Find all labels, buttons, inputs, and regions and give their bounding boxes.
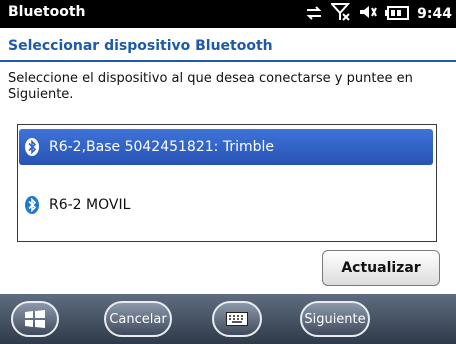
- refresh-button[interactable]: Actualizar: [322, 250, 440, 286]
- cancel-button[interactable]: Cancelar: [104, 301, 172, 337]
- sync-arrows-icon: [305, 5, 323, 24]
- header-divider: [0, 60, 456, 62]
- speaker-icon: [359, 4, 378, 24]
- device-label: R6-2,Base 5042451821: Trimble: [49, 139, 274, 155]
- clock: 9:44: [417, 6, 452, 22]
- no-signal-icon: [329, 3, 351, 25]
- instruction-text: Seleccione el dispositivo al que desea c…: [8, 71, 413, 102]
- status-bar: Bluetooth 9:44: [0, 0, 456, 28]
- battery-icon: [385, 5, 410, 24]
- bluetooth-icon: [25, 196, 39, 214]
- windows-start-button[interactable]: [11, 301, 59, 337]
- page-title: Seleccionar dispositivo Bluetooth: [8, 38, 273, 54]
- device-item-r6-2-movil[interactable]: R6-2 MOVIL: [19, 187, 433, 223]
- bottom-toolbar: Cancelar Siguiente: [0, 294, 456, 344]
- windows-logo-icon: [25, 310, 45, 328]
- device-list: R6-2,Base 5042451821: Trimble R6-2 MOVIL: [17, 124, 437, 242]
- device-label: R6-2 MOVIL: [49, 197, 131, 213]
- keyboard-icon: [226, 312, 248, 326]
- bluetooth-icon: [25, 138, 39, 156]
- status-icons: 9:44: [305, 3, 452, 25]
- device-item-r6-2-base[interactable]: R6-2,Base 5042451821: Trimble: [19, 129, 433, 165]
- app-title: Bluetooth: [8, 4, 86, 20]
- next-button[interactable]: Siguiente: [300, 301, 370, 337]
- page-header: Seleccionar dispositivo Bluetooth: [0, 28, 456, 62]
- keyboard-button[interactable]: [212, 301, 262, 337]
